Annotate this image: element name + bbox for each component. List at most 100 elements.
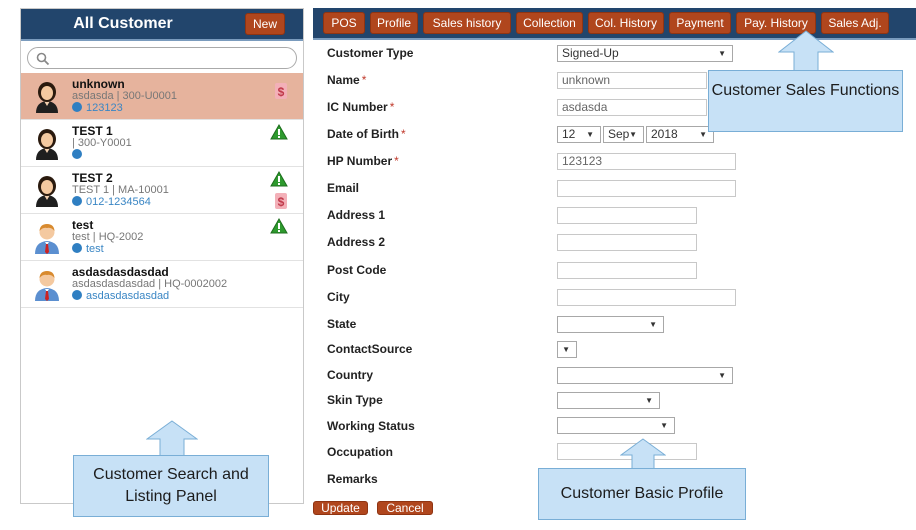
address1-field[interactable] (557, 207, 697, 224)
customer-row-test1[interactable]: TEST 1 | 300-Y0001 (21, 120, 303, 167)
email-label: Email (327, 181, 360, 195)
money-icon: $ (275, 83, 287, 99)
search-box[interactable] (27, 47, 297, 69)
ic-number-label: IC Number * (327, 100, 395, 114)
tab-collection[interactable]: Collection (516, 12, 583, 34)
customer-list: unknown asdasda | 300-U0001 123123 $ TES… (21, 73, 303, 308)
chevron-down-icon: ▼ (660, 421, 668, 430)
customer-phone (72, 149, 86, 161)
dob-day-select[interactable]: 12 ▼ (557, 126, 601, 143)
required-marker: * (401, 127, 406, 141)
callout-customer-search-panel: Customer Search and Listing Panel (73, 455, 269, 517)
tab-sales-history[interactable]: Sales history (423, 12, 511, 34)
customer-name: asdasdasdasdad (72, 265, 169, 279)
update-button[interactable]: Update (313, 501, 368, 515)
chevron-down-icon: ▼ (718, 49, 726, 58)
ic-number-field[interactable]: asdasda (557, 99, 707, 116)
new-customer-button[interactable]: New (244, 13, 285, 35)
search-bar (21, 41, 303, 73)
customer-type-select[interactable]: Signed-Up ▼ (557, 45, 733, 62)
customer-code: test | HQ-2002 (72, 231, 144, 243)
warning-icon (270, 218, 288, 234)
postcode-field[interactable] (557, 262, 697, 279)
chevron-down-icon: ▼ (699, 130, 707, 139)
customer-code: | 300-Y0001 (72, 137, 132, 149)
customer-name: test (72, 218, 94, 232)
phone-icon (72, 290, 82, 300)
working-status-select[interactable]: ▼ (557, 417, 675, 434)
customer-code: asdasda | 300-U0001 (72, 90, 177, 102)
state-label: State (327, 317, 357, 331)
remarks-label: Remarks (327, 472, 378, 486)
postcode-label: Post Code (327, 263, 387, 277)
phone-icon (72, 196, 82, 206)
city-field[interactable] (557, 289, 736, 306)
customer-name: unknown (72, 77, 125, 91)
address2-label: Address 2 (327, 235, 386, 249)
female-avatar-icon (36, 176, 58, 207)
skin-type-label: Skin Type (327, 393, 383, 407)
chevron-down-icon: ▼ (718, 371, 726, 380)
svg-text:$: $ (278, 195, 285, 209)
customer-row-test[interactable]: test test | HQ-2002 test (21, 214, 303, 261)
occupation-label: Occupation (327, 445, 394, 459)
male-avatar-icon (35, 271, 59, 301)
warning-icon (270, 124, 288, 140)
dob-month-select[interactable]: Sep ▼ (603, 126, 644, 143)
city-label: City (327, 290, 350, 304)
callout-customer-sales-functions: Customer Sales Functions (708, 70, 903, 132)
contact-source-label: ContactSource (327, 342, 413, 356)
address2-field[interactable] (557, 234, 697, 251)
customer-code: asdasdasdasdad | HQ-0002002 (72, 278, 228, 290)
tab-pos[interactable]: POS (323, 12, 365, 34)
chevron-down-icon: ▼ (649, 320, 657, 329)
email-field[interactable] (557, 180, 736, 197)
customer-row-unknown[interactable]: unknown asdasda | 300-U0001 123123 $ (21, 73, 303, 120)
customer-phone: 123123 (72, 102, 123, 114)
phone-icon (72, 149, 82, 159)
name-field[interactable]: unknown (557, 72, 707, 89)
customer-row-asdasdasdasdad[interactable]: asdasdasdasdad asdasdasdasdad | HQ-00020… (21, 261, 303, 308)
callout-arrow-up (778, 30, 834, 72)
warning-icon (270, 171, 288, 187)
required-marker: * (389, 100, 395, 114)
customer-row-test2[interactable]: TEST 2 TEST 1 | MA-10001 012-1234564 $ (21, 167, 303, 214)
address1-label: Address 1 (327, 208, 386, 222)
required-marker: * (361, 73, 367, 87)
country-select[interactable]: ▼ (557, 367, 733, 384)
phone-icon (72, 243, 82, 253)
search-input[interactable] (54, 50, 286, 67)
callout-arrow-up (620, 438, 666, 472)
callout-arrow-up (146, 420, 198, 458)
name-label: Name * (327, 73, 367, 87)
cancel-button[interactable]: Cancel (377, 501, 433, 515)
hp-number-field[interactable]: 123123 (557, 153, 736, 170)
customer-phone: asdasdasdasdad (72, 290, 169, 302)
chevron-down-icon: ▼ (586, 130, 594, 139)
phone-icon (72, 102, 82, 112)
callout-customer-basic-profile: Customer Basic Profile (538, 468, 746, 520)
customer-name: TEST 2 (72, 171, 113, 185)
chevron-down-icon: ▼ (562, 345, 570, 354)
male-avatar-icon (35, 224, 59, 254)
country-label: Country (327, 368, 373, 382)
customer-phone: 012-1234564 (72, 196, 151, 208)
state-select[interactable]: ▼ (557, 316, 664, 333)
hp-number-label: HP Number * (327, 154, 399, 168)
required-marker: * (394, 154, 399, 168)
customer-code: TEST 1 | MA-10001 (72, 184, 169, 196)
customer-type-label: Customer Type (327, 46, 414, 60)
customer-name: TEST 1 (72, 124, 113, 138)
chevron-down-icon: ▼ (645, 396, 653, 405)
tab-profile[interactable]: Profile (370, 12, 418, 34)
search-icon (36, 52, 50, 66)
customer-list-title: All Customer (73, 15, 173, 32)
tab-col-history[interactable]: Col. History (588, 12, 664, 34)
tab-payment[interactable]: Payment (669, 12, 731, 34)
dob-year-select[interactable]: 2018 ▼ (646, 126, 714, 143)
skin-type-select[interactable]: ▼ (557, 392, 660, 409)
customer-phone: test (72, 243, 104, 255)
contact-source-select[interactable]: ▼ (557, 341, 577, 358)
working-status-label: Working Status (327, 419, 415, 433)
dob-label: Date of Birth * (327, 127, 406, 141)
